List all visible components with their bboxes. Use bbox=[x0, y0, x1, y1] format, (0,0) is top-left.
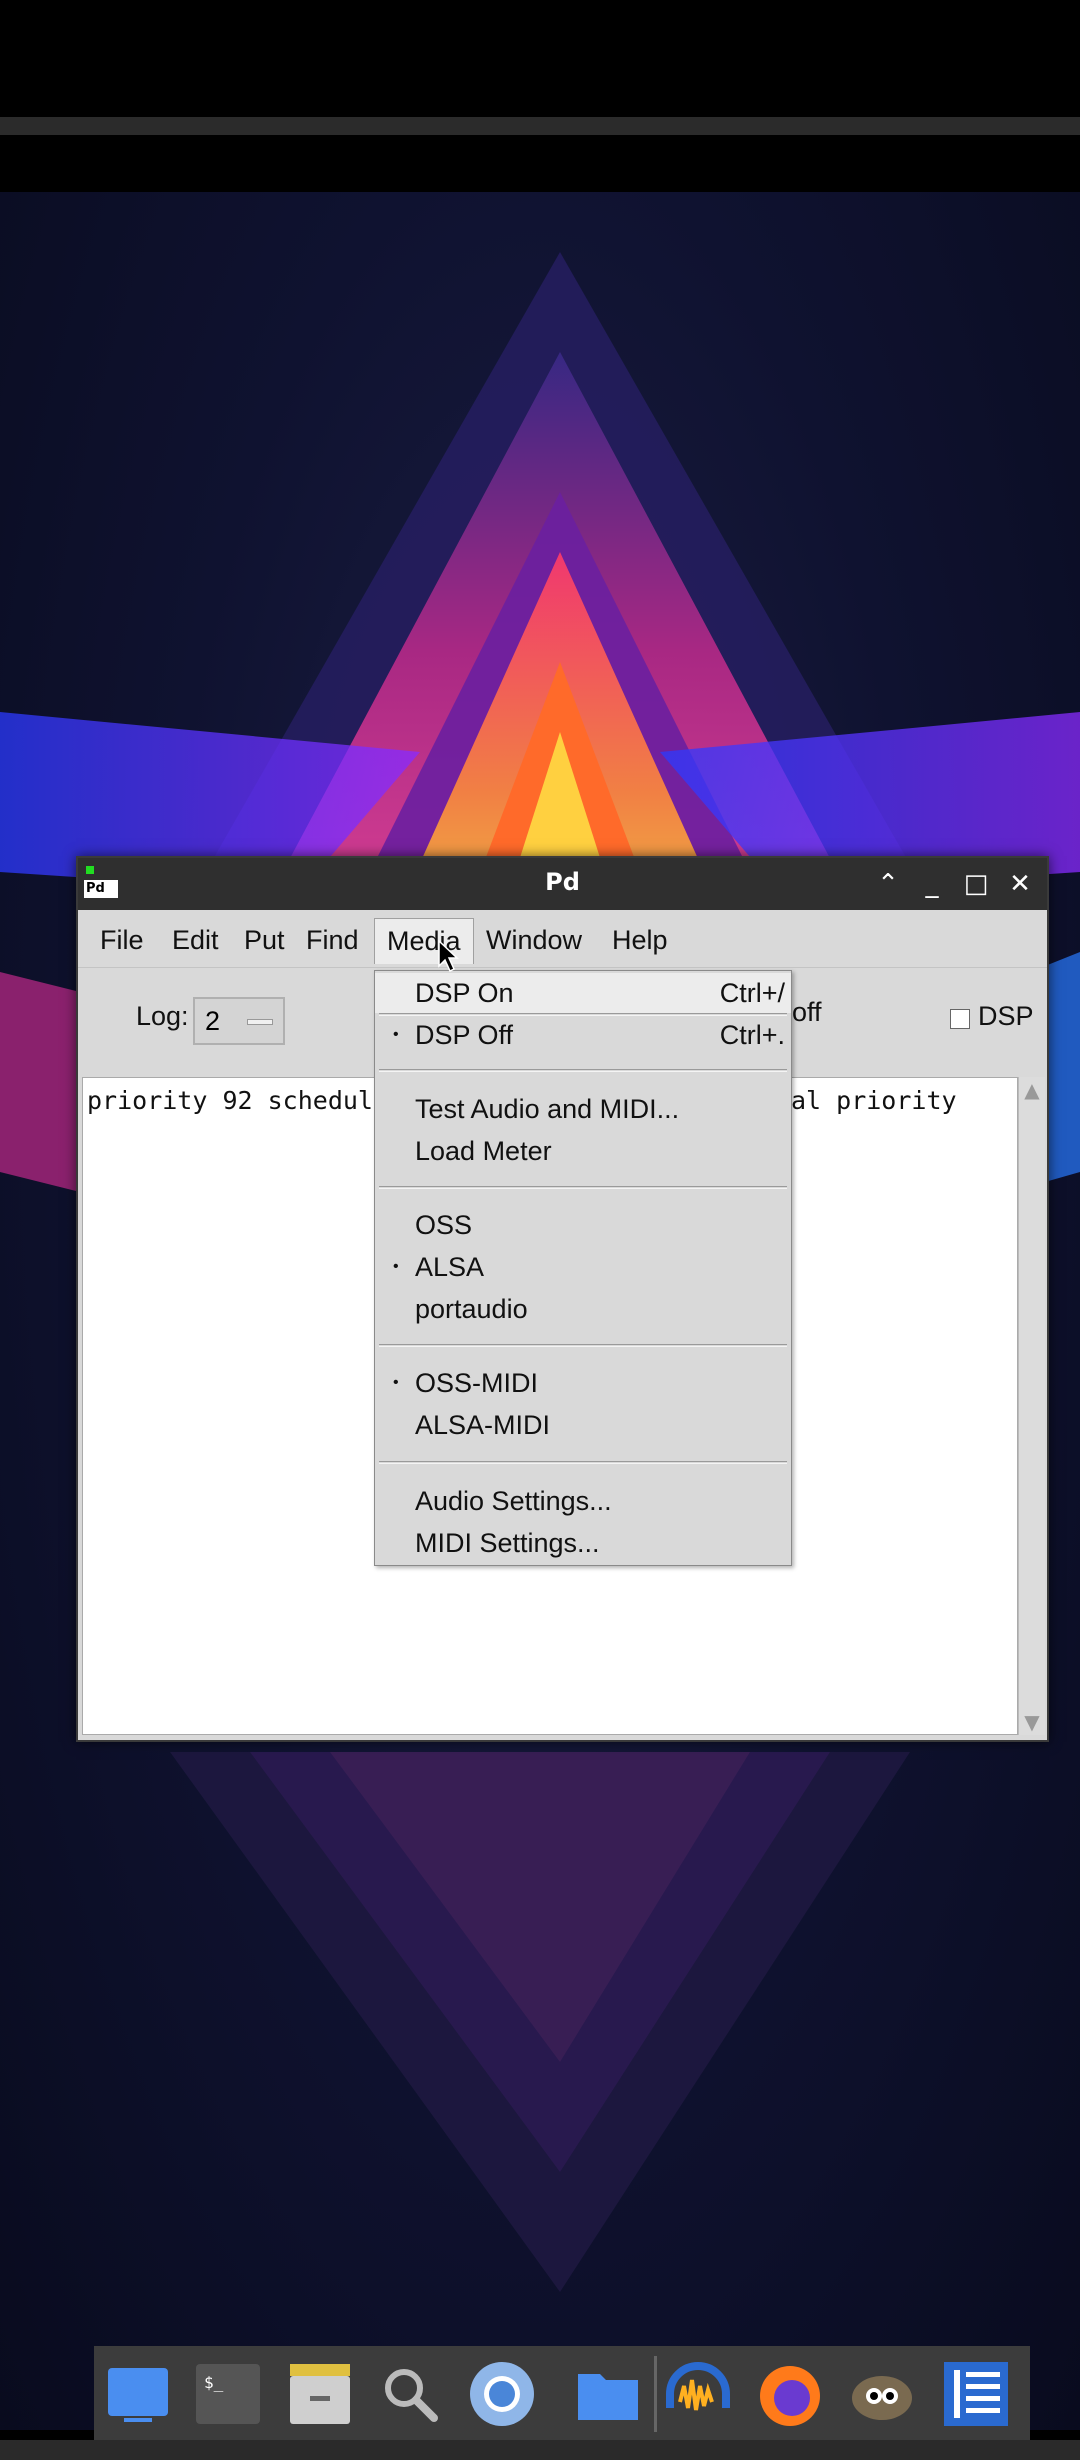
menu-separator bbox=[379, 1186, 787, 1189]
radio-bullet-icon: • bbox=[393, 1026, 399, 1043]
media-dropdown-menu: DSP On Ctrl+/ • DSP Off Ctrl+. Test Audi… bbox=[374, 970, 792, 1566]
menu-item-portaudio[interactable]: portaudio bbox=[375, 1289, 791, 1329]
chromium-icon[interactable] bbox=[466, 2358, 538, 2430]
top-strip bbox=[0, 117, 1080, 135]
files-icon[interactable] bbox=[572, 2358, 644, 2430]
dock-separator bbox=[654, 2356, 657, 2432]
navigation-bar bbox=[0, 2440, 1080, 2460]
menu-separator bbox=[379, 1069, 787, 1072]
console-scrollbar[interactable]: ▲ ▼ bbox=[1018, 1077, 1045, 1735]
menu-item-test-audio-midi[interactable]: Test Audio and MIDI... bbox=[375, 1089, 791, 1129]
radio-bullet-icon: • bbox=[393, 1258, 399, 1275]
menu-item-dsp-on[interactable]: DSP On Ctrl+/ bbox=[375, 973, 791, 1013]
menu-put[interactable]: Put bbox=[232, 918, 297, 964]
top-panel bbox=[0, 135, 1080, 192]
shade-window-icon[interactable]: ⌃ bbox=[872, 868, 904, 900]
menu-window[interactable]: Window bbox=[474, 918, 594, 964]
menu-bar: File Edit Put Find Media Window Help bbox=[78, 910, 1047, 968]
menu-separator bbox=[379, 1461, 787, 1464]
menu-file[interactable]: File bbox=[88, 918, 156, 964]
menu-item-audio-settings[interactable]: Audio Settings... bbox=[375, 1481, 791, 1521]
scroll-down-icon[interactable]: ▼ bbox=[1021, 1711, 1043, 1733]
menu-item-midi-settings[interactable]: MIDI Settings... bbox=[375, 1523, 791, 1563]
menu-item-alsa-midi[interactable]: ALSA-MIDI bbox=[375, 1405, 791, 1445]
close-window-icon[interactable]: ✕ bbox=[1004, 868, 1036, 900]
audio-status-text: off bbox=[792, 997, 822, 1027]
minimize-window-icon[interactable]: _ bbox=[916, 868, 948, 900]
dropdown-arrow-icon bbox=[247, 1019, 273, 1025]
firefox-icon[interactable] bbox=[754, 2358, 826, 2430]
menu-item-alsa[interactable]: • ALSA bbox=[375, 1247, 791, 1287]
status-bar-area bbox=[0, 0, 1080, 117]
title-bar[interactable]: Pd Pd ⌃ _ □ ✕ bbox=[78, 858, 1047, 910]
file-archive-icon[interactable] bbox=[284, 2358, 356, 2430]
log-level-select[interactable]: 2 bbox=[193, 997, 285, 1045]
menu-separator bbox=[379, 1344, 787, 1347]
terminal-icon[interactable]: $_ bbox=[192, 2358, 264, 2430]
desktop-icon[interactable] bbox=[102, 2358, 174, 2430]
taskbar-dock: $_ bbox=[94, 2346, 1030, 2440]
menu-item-dsp-off[interactable]: • DSP Off Ctrl+. bbox=[375, 1015, 791, 1055]
search-icon[interactable] bbox=[374, 2358, 446, 2430]
radio-bullet-icon: • bbox=[393, 1374, 399, 1391]
menu-help[interactable]: Help bbox=[600, 918, 680, 964]
menu-item-oss-midi[interactable]: • OSS-MIDI bbox=[375, 1363, 791, 1403]
svg-text:$_: $_ bbox=[204, 2373, 224, 2392]
scroll-up-icon[interactable]: ▲ bbox=[1021, 1079, 1043, 1101]
menu-item-oss[interactable]: OSS bbox=[375, 1205, 791, 1245]
gimp-icon[interactable] bbox=[846, 2358, 918, 2430]
menu-item-load-meter[interactable]: Load Meter bbox=[375, 1131, 791, 1171]
menu-find[interactable]: Find bbox=[294, 918, 371, 964]
audacity-icon[interactable] bbox=[662, 2358, 734, 2430]
maximize-window-icon[interactable]: □ bbox=[960, 868, 992, 900]
text-editor-icon[interactable] bbox=[940, 2358, 1012, 2430]
mouse-pointer-icon bbox=[438, 940, 459, 972]
dsp-checkbox[interactable] bbox=[950, 1009, 970, 1029]
menu-edit[interactable]: Edit bbox=[160, 918, 231, 964]
dsp-label: DSP bbox=[978, 1001, 1034, 1031]
log-label: Log: bbox=[136, 1001, 189, 1031]
